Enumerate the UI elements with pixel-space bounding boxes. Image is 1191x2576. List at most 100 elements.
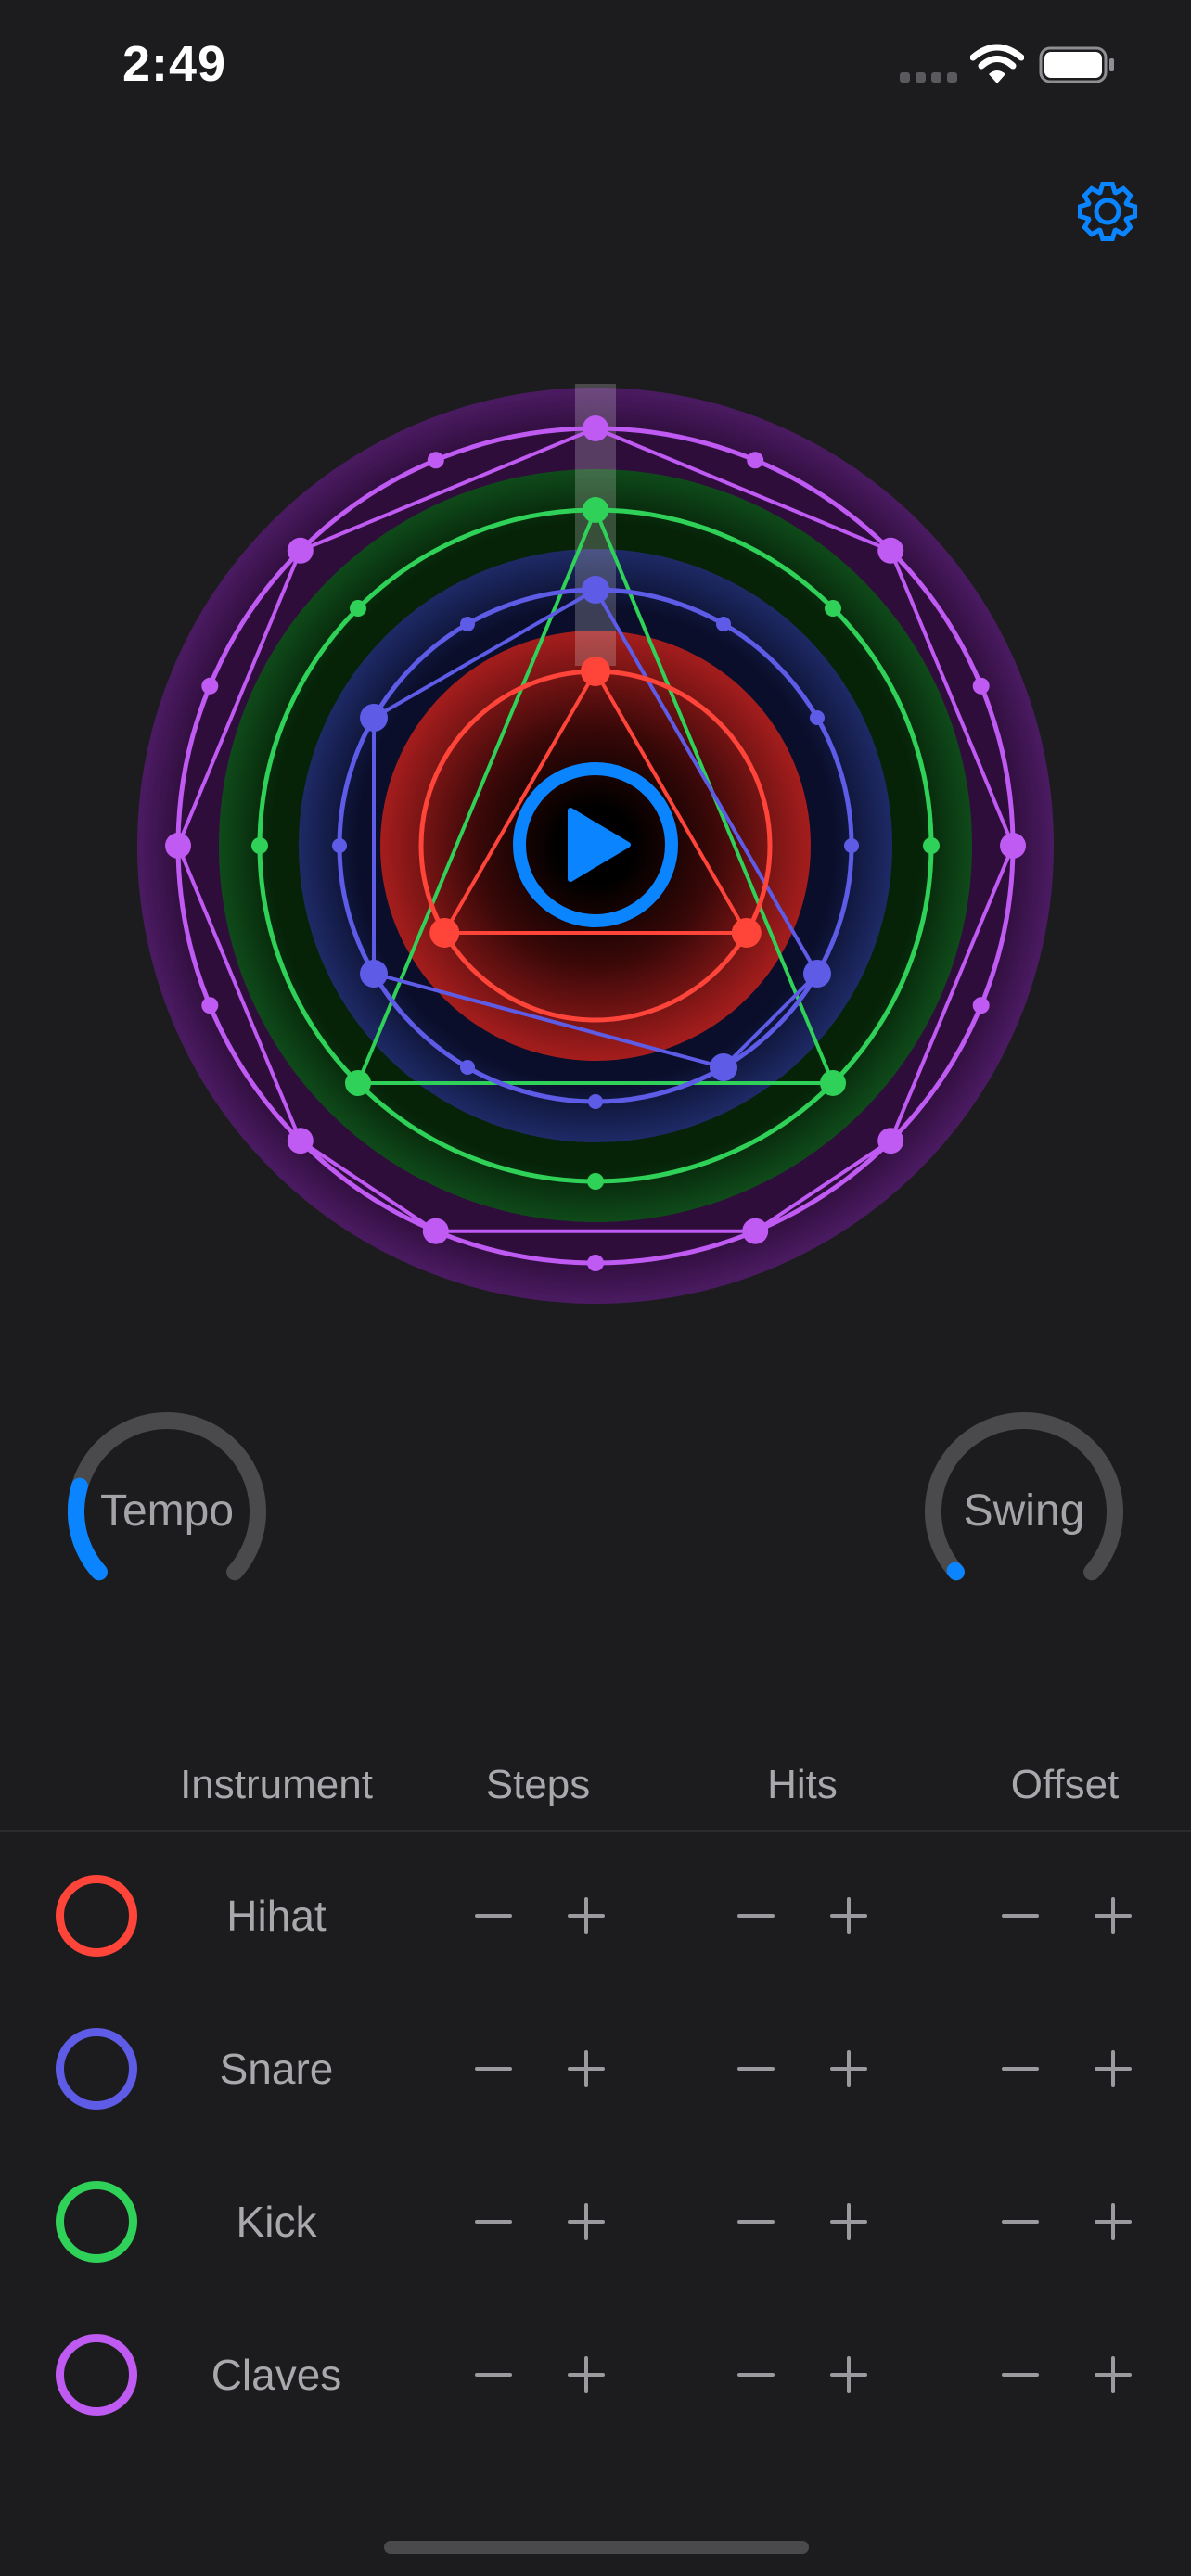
- snare-step-dot[interactable]: [332, 838, 347, 853]
- kick-hits-plus-button[interactable]: [812, 2185, 886, 2259]
- minus-icon: [719, 2032, 793, 2106]
- snare-steps-plus-button[interactable]: [549, 2032, 623, 2106]
- claves-hit-dot[interactable]: [165, 833, 191, 859]
- plus-icon: [1076, 1879, 1150, 1953]
- snare-step-dot[interactable]: [460, 1060, 475, 1075]
- claves-offset-minus-button[interactable]: [983, 2338, 1057, 2412]
- kick-offset-minus-button[interactable]: [983, 2185, 1057, 2259]
- snare-offset-plus-button[interactable]: [1076, 2032, 1150, 2106]
- claves-hit-dot[interactable]: [583, 415, 608, 441]
- snare-hit-dot[interactable]: [710, 1053, 737, 1081]
- swing-knob[interactable]: Swing: [913, 1400, 1135, 1623]
- status-time: 2:49: [122, 36, 227, 92]
- hihat-offset-plus-button[interactable]: [1076, 1879, 1150, 1953]
- kick-step-dot[interactable]: [251, 837, 268, 854]
- kick-hit-dot[interactable]: [345, 1070, 371, 1096]
- hihat-hit-dot[interactable]: [731, 918, 762, 948]
- header-divider: [0, 1830, 1191, 1832]
- plus-icon: [549, 2338, 623, 2412]
- minus-icon: [456, 1879, 531, 1953]
- claves-hit-dot[interactable]: [422, 1218, 449, 1244]
- snare-hit-dot[interactable]: [803, 960, 831, 988]
- hihat-hit-dot[interactable]: [581, 657, 610, 686]
- snare-hit-dot[interactable]: [360, 704, 388, 732]
- minus-icon: [719, 2338, 793, 2412]
- hihat-steps-plus-button[interactable]: [549, 1879, 623, 1953]
- claves-step-dot[interactable]: [972, 677, 990, 695]
- minus-icon: [456, 2185, 531, 2259]
- kick-steps-plus-button[interactable]: [549, 2185, 623, 2259]
- snare-step-dot[interactable]: [588, 1094, 603, 1109]
- kick-hit-dot[interactable]: [820, 1070, 846, 1096]
- claves-hit-dot[interactable]: [742, 1218, 769, 1244]
- hihat-color-ring[interactable]: [56, 1875, 137, 1957]
- table-header: Instrument Steps Hits Offset: [0, 1762, 1191, 1829]
- kick-step-dot[interactable]: [923, 837, 940, 854]
- claves-step-dot[interactable]: [587, 1255, 604, 1271]
- claves-hits-minus-button[interactable]: [719, 2338, 793, 2412]
- kick-step-dot[interactable]: [587, 1173, 604, 1190]
- claves-hits-plus-button[interactable]: [812, 2338, 886, 2412]
- claves-color-ring[interactable]: [56, 2334, 137, 2416]
- kick-hit-dot[interactable]: [583, 497, 608, 523]
- header-steps: Steps: [485, 1762, 591, 1807]
- minus-icon: [719, 2185, 793, 2259]
- home-indicator: [384, 2541, 809, 2554]
- plus-icon: [812, 2185, 886, 2259]
- claves-steps-plus-button[interactable]: [549, 2338, 623, 2412]
- claves-step-dot[interactable]: [427, 452, 444, 469]
- kick-steps-minus-button[interactable]: [456, 2185, 531, 2259]
- claves-hit-dot[interactable]: [287, 1128, 314, 1154]
- minus-icon: [456, 2032, 531, 2106]
- play-button[interactable]: [511, 760, 680, 929]
- kick-hits-minus-button[interactable]: [719, 2185, 793, 2259]
- snare-hit-dot[interactable]: [582, 576, 609, 604]
- hihat-hit-dot[interactable]: [429, 918, 460, 948]
- snare-step-dot[interactable]: [716, 617, 731, 631]
- claves-step-dot[interactable]: [201, 997, 219, 1014]
- instrument-row: Claves: [0, 2319, 1191, 2430]
- plus-icon: [549, 2185, 623, 2259]
- hihat-offset-minus-button[interactable]: [983, 1879, 1057, 1953]
- tempo-knob[interactable]: Tempo: [56, 1400, 278, 1623]
- kick-step-dot[interactable]: [825, 600, 841, 617]
- kick-color-ring[interactable]: [56, 2181, 137, 2263]
- claves-step-dot[interactable]: [201, 677, 219, 695]
- claves-hit-dot[interactable]: [877, 1128, 904, 1154]
- claves-offset-plus-button[interactable]: [1076, 2338, 1150, 2412]
- snare-step-dot[interactable]: [844, 838, 859, 853]
- claves-steps-minus-button[interactable]: [456, 2338, 531, 2412]
- snare-step-dot[interactable]: [810, 710, 825, 725]
- snare-step-dot[interactable]: [460, 617, 475, 631]
- minus-icon: [983, 2032, 1057, 2106]
- hihat-steps-minus-button[interactable]: [456, 1879, 531, 1953]
- settings-button[interactable]: [1069, 172, 1146, 250]
- minus-icon: [719, 1879, 793, 1953]
- claves-hit-dot[interactable]: [877, 537, 904, 564]
- plus-icon: [812, 1879, 886, 1953]
- plus-icon: [549, 1879, 623, 1953]
- hihat-hits-plus-button[interactable]: [812, 1879, 886, 1953]
- claves-step-dot[interactable]: [747, 452, 764, 469]
- plus-icon: [812, 2032, 886, 2106]
- snare-offset-minus-button[interactable]: [983, 2032, 1057, 2106]
- snare-hits-plus-button[interactable]: [812, 2032, 886, 2106]
- snare-hits-minus-button[interactable]: [719, 2032, 793, 2106]
- wifi-icon: [969, 43, 1025, 85]
- kick-offset-plus-button[interactable]: [1076, 2185, 1150, 2259]
- claves-step-dot[interactable]: [972, 997, 990, 1014]
- claves-hit-dot[interactable]: [1000, 833, 1026, 859]
- snare-color-ring[interactable]: [56, 2028, 137, 2110]
- claves-hit-dot[interactable]: [287, 537, 314, 564]
- header-hits: Hits: [767, 1762, 838, 1807]
- hihat-hits-minus-button[interactable]: [719, 1879, 793, 1953]
- instrument-name: Snare: [219, 2045, 334, 2093]
- plus-icon: [549, 2032, 623, 2106]
- swing-label: Swing: [963, 1486, 1085, 1536]
- kick-step-dot[interactable]: [350, 600, 366, 617]
- plus-icon: [1076, 2185, 1150, 2259]
- snare-steps-minus-button[interactable]: [456, 2032, 531, 2106]
- battery-icon: [1039, 46, 1117, 83]
- instrument-row: Hihat: [0, 1860, 1191, 1971]
- snare-hit-dot[interactable]: [360, 960, 388, 988]
